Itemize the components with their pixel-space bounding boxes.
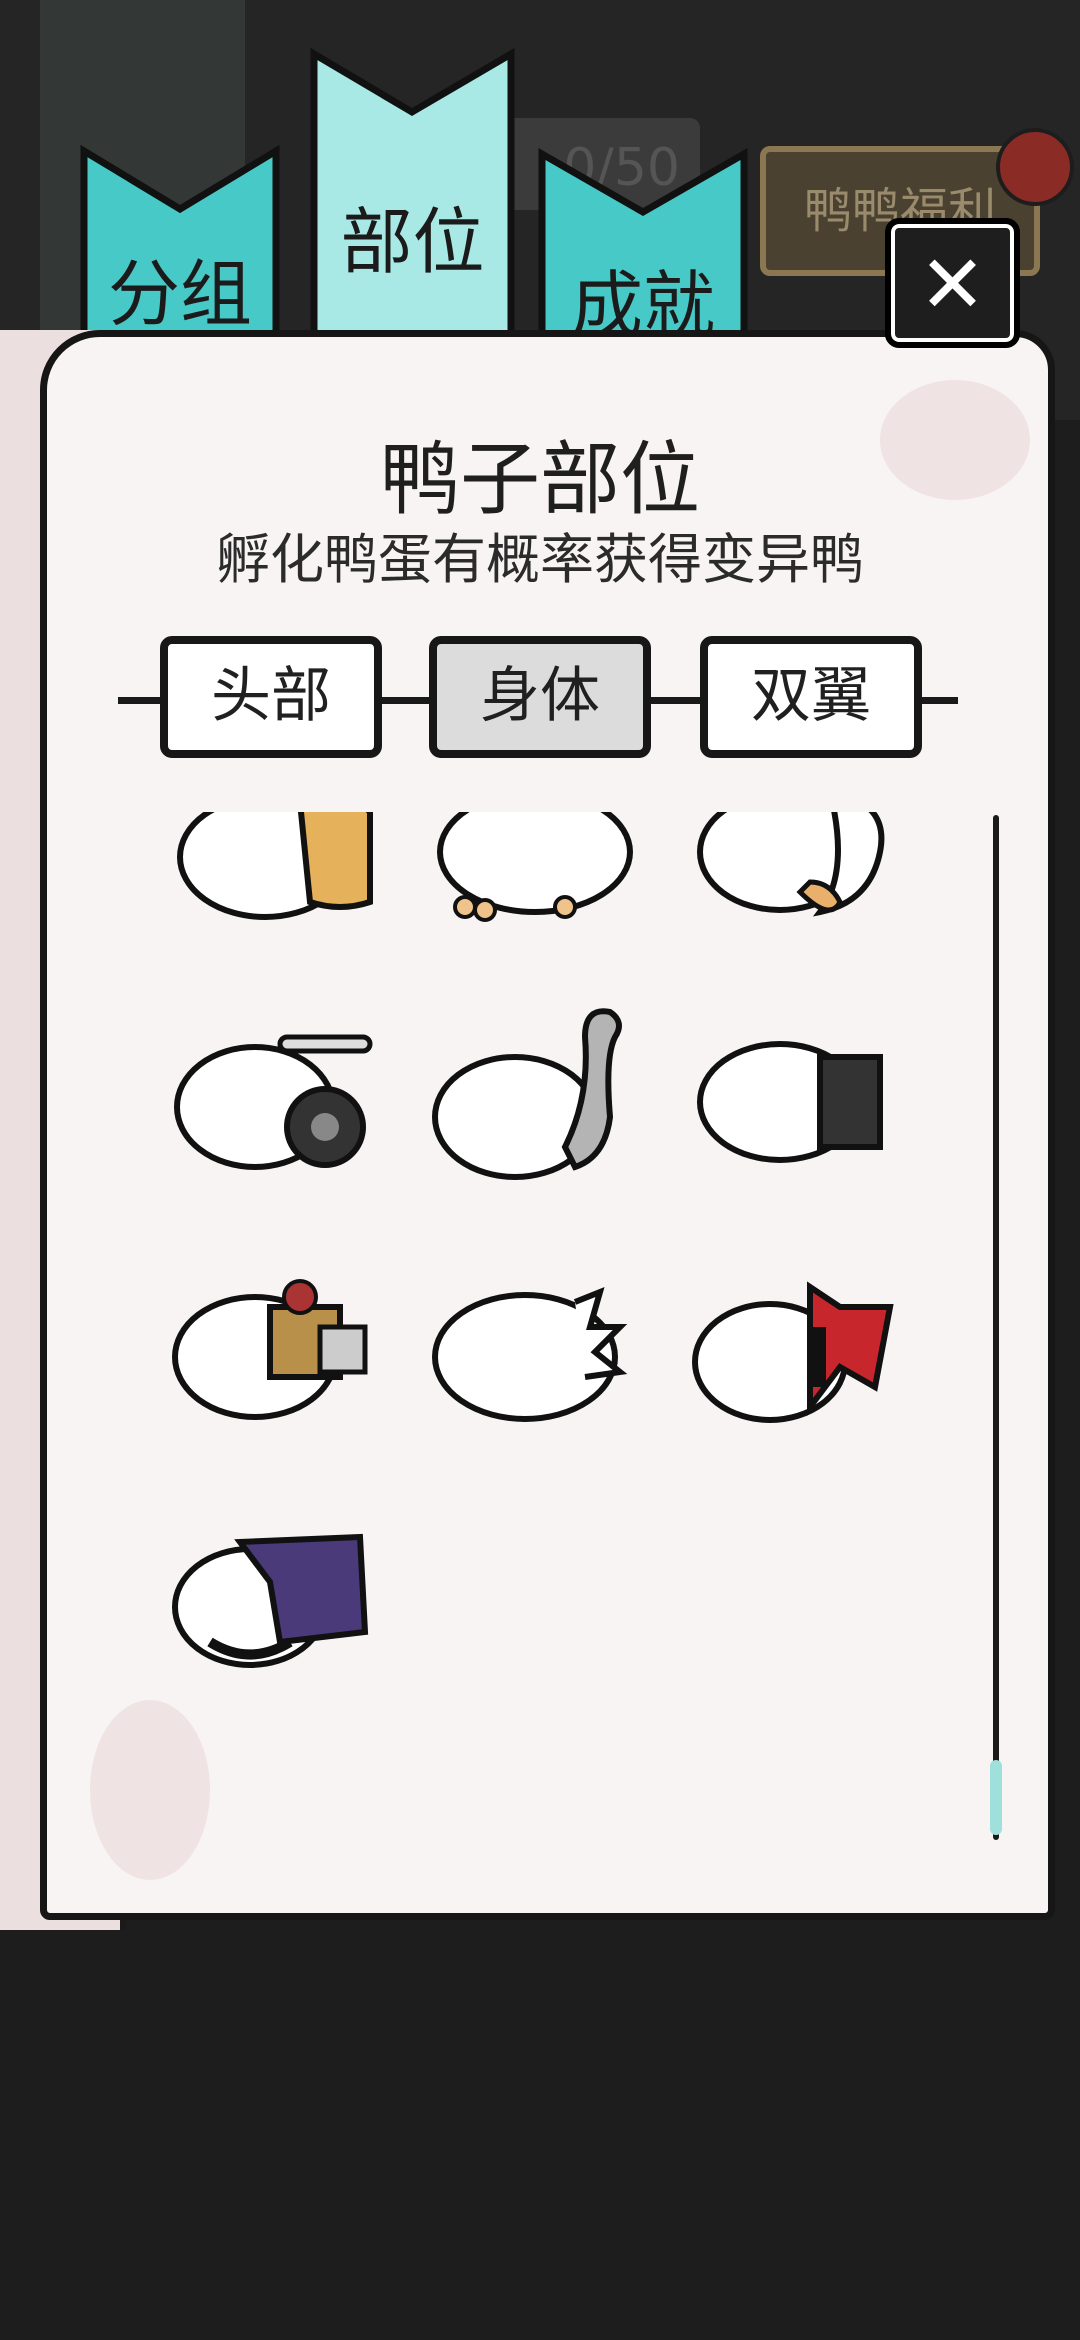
part-item-5[interactable] (425, 997, 645, 1197)
close-icon: ✕ (918, 238, 987, 331)
paper-stain (90, 1700, 210, 1880)
page-subtitle: 孵化鸭蛋有概率获得变异鸭 (216, 528, 864, 591)
duck-body-wheel-icon (174, 1034, 373, 1170)
duck-body-long-neck-icon (432, 1008, 622, 1180)
part-item-7[interactable] (170, 1247, 390, 1447)
part-item-6[interactable] (690, 997, 910, 1197)
part-item-8[interactable] (425, 1247, 645, 1447)
tab-group[interactable]: 分组 (80, 145, 280, 345)
part-item-3[interactable] (690, 812, 910, 952)
segment-head[interactable]: 头部 (160, 636, 382, 758)
duck-body-red-bow-icon (692, 1281, 894, 1423)
scrollbar-thumb[interactable] (990, 1760, 1002, 1835)
page-title: 鸭子部位 (380, 433, 700, 526)
close-button[interactable]: ✕ (885, 218, 1020, 348)
tab-group-label: 分组 (107, 252, 252, 336)
notification-dot (996, 128, 1074, 206)
segment-wings[interactable]: 双翼 (700, 636, 922, 758)
parts-grid (170, 812, 930, 1712)
tab-parts-label: 部位 (340, 200, 485, 284)
duck-body-paws-icon (437, 812, 633, 922)
duck-body-yellow-scarf-icon (177, 812, 373, 920)
duck-body-fluffy-icon (432, 1286, 628, 1422)
part-item-2[interactable] (425, 812, 645, 952)
part-item-1[interactable] (170, 812, 390, 952)
duck-body-mech-gear-icon (172, 1279, 368, 1420)
tab-achievements[interactable]: 成就 (538, 148, 748, 347)
tab-parts[interactable]: 部位 (310, 48, 515, 338)
part-item-9[interactable] (690, 1247, 910, 1447)
duck-body-dark-box-icon (697, 1041, 883, 1163)
scrollbar-track[interactable] (993, 815, 999, 1840)
duck-body-fox-tail-icon (697, 812, 885, 917)
part-item-10[interactable] (170, 1492, 390, 1692)
duck-body-purple-armor-icon (172, 1533, 369, 1668)
part-item-4[interactable] (170, 997, 390, 1197)
segment-body[interactable]: 身体 (429, 636, 651, 758)
